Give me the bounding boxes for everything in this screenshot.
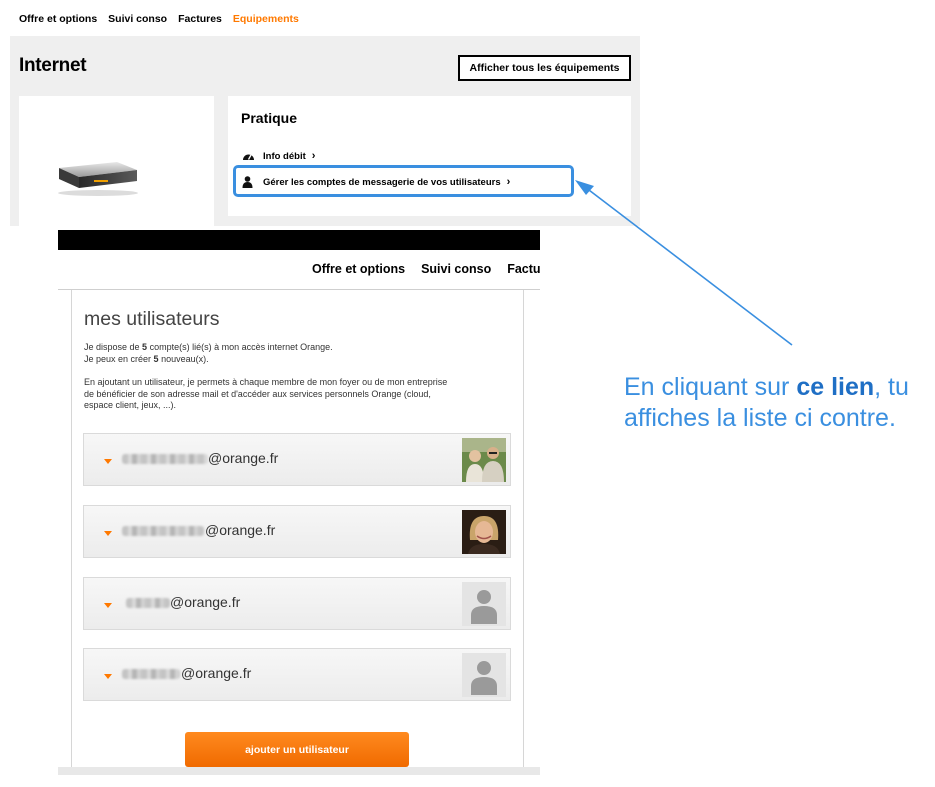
email-domain: @orange.fr: [205, 522, 276, 538]
livebox-router-image: [58, 162, 138, 196]
account-count-text: Je dispose de 5 compte(s) lié(s) à mon a…: [84, 342, 333, 364]
top-black-bar: [58, 230, 540, 250]
user-row[interactable]: @orange.fr: [83, 433, 511, 486]
link-highlight-box: [233, 165, 574, 197]
blurred-username: [122, 454, 208, 464]
nav-offre-et-options[interactable]: Offre et options: [312, 262, 405, 276]
blurred-username: [126, 598, 170, 608]
default-user-icon: [462, 653, 506, 697]
equipment-screenshot: Offre et options Suivi conso Factures Eq…: [0, 0, 640, 226]
add-user-button[interactable]: ajouter un utilisateur: [185, 732, 409, 767]
nav-equipements[interactable]: Equipements: [233, 13, 299, 25]
blurred-username: [122, 526, 204, 536]
users-screenshot: Offre et options Suivi conso Factu mes u…: [58, 230, 540, 775]
show-all-equipment-button[interactable]: Afficher tous les équipements: [458, 55, 631, 81]
annotation-text: En cliquant sur ce lien, tu affiches la …: [624, 373, 909, 432]
chevron-right-icon: ›: [311, 150, 316, 162]
bottom-strip: [58, 767, 540, 775]
nav-factures[interactable]: Factu: [507, 262, 540, 276]
nav-offre-et-options[interactable]: Offre et options: [19, 13, 97, 25]
nav-suivi-conso[interactable]: Suivi conso: [108, 13, 167, 25]
speedometer-icon: [242, 150, 256, 162]
pratique-title: Pratique: [241, 110, 298, 126]
device-card: [19, 96, 214, 226]
blurred-username: [122, 669, 180, 679]
expand-arrow-icon[interactable]: [104, 531, 112, 536]
email-domain: @orange.fr: [181, 665, 252, 681]
page-title: mes utilisateurs: [84, 308, 220, 330]
info-debit-label: Info débit: [263, 150, 306, 162]
nav-factures[interactable]: Factures: [178, 13, 222, 25]
user-row[interactable]: @orange.fr: [83, 505, 511, 558]
default-user-icon: [462, 582, 506, 626]
annotation-bold: ce lien: [796, 373, 875, 401]
avatar-photo-woman: [462, 510, 506, 554]
equipment-title: Internet: [19, 55, 87, 76]
expand-arrow-icon[interactable]: [104, 459, 112, 464]
top-nav: Offre et options Suivi conso Factures Eq…: [19, 13, 299, 25]
expand-arrow-icon[interactable]: [104, 603, 112, 608]
nav-suivi-conso[interactable]: Suivi conso: [421, 262, 491, 276]
info-paragraph: En ajoutant un utilisateur, je permets à…: [84, 377, 448, 410]
email-domain: @orange.fr: [208, 450, 279, 466]
avatar-photo-couple: [462, 438, 506, 482]
info-debit-link[interactable]: Info débit ›: [242, 150, 315, 162]
email-domain: @orange.fr: [170, 594, 241, 610]
expand-arrow-icon[interactable]: [104, 674, 112, 679]
user-row[interactable]: @orange.fr: [83, 648, 511, 701]
users-page-nav: Offre et options Suivi conso Factu: [312, 262, 540, 276]
user-row[interactable]: @orange.fr: [83, 577, 511, 630]
